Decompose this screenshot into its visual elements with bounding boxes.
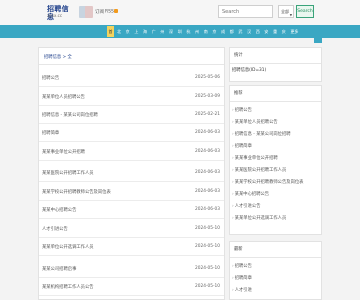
search-input[interactable] bbox=[218, 5, 273, 18]
nav-item[interactable]: 州 bbox=[160, 29, 164, 34]
list-item-date: 2024-06-03 bbox=[195, 130, 220, 135]
list-item-title[interactable]: 某某医院公开招聘工作人员 bbox=[42, 170, 94, 176]
logo-subtitle: zpxx.cc bbox=[47, 13, 63, 18]
recommended-panel: 推荐 招聘公告 某某单位人员招聘公告 招聘信息 - 某某公司岗位招聘 招聘简章 … bbox=[229, 85, 322, 235]
nav-item[interactable]: 西 bbox=[256, 29, 260, 34]
list-item-date: 2024-05-10 bbox=[195, 244, 220, 249]
panel-title: 推荐 bbox=[230, 86, 321, 102]
list-item-title[interactable]: 某某单位人员招聘公告 bbox=[42, 94, 85, 100]
divider bbox=[39, 64, 224, 65]
stats-panel: 统计 招聘信息(ID=31) bbox=[229, 47, 322, 82]
list-item-title[interactable]: 某某中心招聘公告 bbox=[42, 207, 76, 213]
nav-item[interactable]: 重 bbox=[273, 29, 277, 34]
nav-bar: 首 北 京 上 海 广 州 深 圳 杭 州 南 京 成 都 武 汉 西 安 重 … bbox=[0, 25, 360, 38]
side-link[interactable]: 招聘简章 bbox=[232, 273, 319, 285]
list-item[interactable]: 招聘简章 2024-06-03 bbox=[39, 124, 224, 142]
article-list-panel: 招聘信息 > 全 招聘公告 2025-05-06 某某单位人员招聘公告 2025… bbox=[38, 47, 225, 300]
list-item-title[interactable]: 某某单位公开选调工作人员 bbox=[42, 244, 94, 250]
list-item-date: 2025-03-09 bbox=[195, 94, 220, 99]
list-item-date: 2024-06-03 bbox=[195, 189, 220, 194]
list-item[interactable]: 某某单位人员招聘公告 2025-03-09 bbox=[39, 88, 224, 106]
list-item[interactable]: 某某学校公开招聘教师公告及岗位表 2024-06-03 bbox=[39, 183, 224, 201]
list-item-title[interactable]: 招聘简章 bbox=[42, 130, 59, 136]
list-item[interactable]: 某某事业单位公开招聘 2024-06-03 bbox=[39, 143, 224, 161]
subscribe-link[interactable]: 订阅 bbox=[95, 9, 104, 15]
list-item-date: 2025-05-06 bbox=[195, 75, 220, 80]
nav-item[interactable]: 州 bbox=[195, 29, 199, 34]
nav-item[interactable]: 京 bbox=[212, 29, 216, 34]
side-link[interactable]: 某某中心招聘公告 bbox=[232, 189, 319, 201]
list-item[interactable]: 某某医院公开招聘工作人员 2024-06-03 bbox=[39, 164, 224, 182]
side-link[interactable]: 某某医院公开招聘工作人员 bbox=[232, 165, 319, 177]
nav-item[interactable]: 北 bbox=[117, 29, 121, 34]
nav-item[interactable]: 庆 bbox=[282, 29, 286, 34]
rss-link[interactable]: RSS bbox=[105, 9, 119, 15]
nav-item[interactable]: 南 bbox=[204, 29, 208, 34]
list-item-title[interactable]: 某某事业单位公开招聘 bbox=[42, 149, 85, 155]
nav-item[interactable]: 广 bbox=[152, 29, 156, 34]
header: 招聘信息 zpxx.cc 订阅 RSS 全部 ▼ Search bbox=[0, 0, 360, 26]
list-item[interactable]: 招聘公告 2025-05-06 bbox=[39, 69, 224, 87]
side-link[interactable]: 招聘公告 bbox=[232, 105, 319, 117]
mobile-icon[interactable] bbox=[85, 6, 93, 18]
search-category-select[interactable]: 全部 ▼ bbox=[278, 5, 294, 18]
nav-item[interactable]: 成 bbox=[221, 29, 225, 34]
list-item[interactable]: 人才引进公告 2024-05-10 bbox=[39, 220, 224, 238]
side-link[interactable]: 某某单位公开选调工作人员 bbox=[232, 213, 319, 225]
list-item-title[interactable]: 人才引进公告 bbox=[42, 226, 68, 232]
list-item[interactable]: 某某公司招聘启事 2024-05-10 bbox=[39, 260, 224, 278]
site-logo[interactable]: 招聘信息 zpxx.cc bbox=[47, 4, 75, 21]
list-item-title[interactable]: 某某机构招聘工作人员公告 bbox=[42, 284, 94, 290]
panel-title: 最新 bbox=[230, 242, 321, 258]
side-link[interactable]: 某某学校公开招聘教师公告及岗位表 bbox=[232, 177, 319, 189]
list-item[interactable]: 某某机构招聘工作人员公告 2024-05-10 bbox=[39, 278, 224, 296]
nav-item[interactable]: 武 bbox=[238, 29, 242, 34]
stats-value: 招聘信息(ID=31) bbox=[232, 68, 267, 73]
logo-title: 招聘信息 bbox=[47, 4, 69, 21]
list-item-title[interactable]: 招聘公告 bbox=[42, 75, 59, 81]
nav-items: 北 京 上 海 广 州 深 圳 杭 州 南 京 成 都 武 汉 西 安 重 庆 … bbox=[117, 25, 302, 38]
nav-item[interactable]: 圳 bbox=[178, 29, 182, 34]
list-item-date: 2024-05-10 bbox=[195, 284, 220, 289]
rss-label: RSS bbox=[105, 9, 114, 15]
side-link[interactable]: 某某事业单位公开招聘 bbox=[232, 153, 319, 165]
rss-icon bbox=[114, 9, 119, 13]
side-link[interactable]: 招聘信息 - 某某公司岗位招聘 bbox=[232, 129, 319, 141]
list-item-date: 2025-02-21 bbox=[195, 112, 220, 117]
list-item-title[interactable]: 某某学校公开招聘教师公告及岗位表 bbox=[42, 189, 111, 195]
list-item[interactable]: 招聘信息 - 某某公司岗位招聘 2025-02-21 bbox=[39, 106, 224, 124]
nav-item[interactable]: 杭 bbox=[186, 29, 190, 34]
nav-item[interactable]: 上 bbox=[134, 29, 138, 34]
nav-item[interactable]: 深 bbox=[169, 29, 173, 34]
side-link[interactable]: 某某单位人员招聘公告 bbox=[232, 117, 319, 129]
nav-home[interactable]: 首 bbox=[107, 26, 114, 37]
side-link[interactable]: 招聘公告 bbox=[232, 261, 319, 273]
latest-panel: 最新 招聘公告 招聘简章 人才引进 bbox=[229, 241, 322, 300]
nav-item[interactable]: 京 bbox=[126, 29, 130, 34]
list-item-title[interactable]: 某某公司招聘启事 bbox=[42, 266, 76, 272]
side-link[interactable]: 人才引进公告 bbox=[232, 201, 319, 213]
list-item[interactable]: 某某单位公开选调工作人员 2024-05-10 bbox=[39, 238, 224, 256]
nav-item[interactable]: 都 bbox=[230, 29, 234, 34]
list-item-title[interactable]: 招聘信息 - 某某公司岗位招聘 bbox=[42, 112, 98, 118]
nav-item[interactable]: 安 bbox=[264, 29, 268, 34]
list-item-date: 2024-06-03 bbox=[195, 149, 220, 154]
list-item-date: 2024-05-10 bbox=[195, 226, 220, 231]
list-item-date: 2024-05-10 bbox=[195, 266, 220, 271]
panel-title: 统计 bbox=[230, 48, 321, 64]
list-item-date: 2024-06-03 bbox=[195, 170, 220, 175]
nav-item[interactable]: 汉 bbox=[247, 29, 251, 34]
breadcrumb[interactable]: 招聘信息 > 全 bbox=[44, 54, 72, 60]
nav-corner-tab bbox=[314, 38, 322, 43]
search-category-value: 全部 bbox=[281, 9, 289, 14]
list-item[interactable]: 某某中心招聘公告 2024-06-03 bbox=[39, 201, 224, 219]
chevron-down-icon: ▼ bbox=[289, 13, 292, 17]
search-button[interactable]: Search bbox=[296, 5, 314, 18]
nav-item[interactable]: 海 bbox=[143, 29, 147, 34]
side-link[interactable]: 人才引进 bbox=[232, 285, 319, 297]
nav-more[interactable]: 更多 bbox=[290, 29, 298, 34]
list-item-date: 2024-06-03 bbox=[195, 207, 220, 212]
side-link[interactable]: 招聘简章 bbox=[232, 141, 319, 153]
